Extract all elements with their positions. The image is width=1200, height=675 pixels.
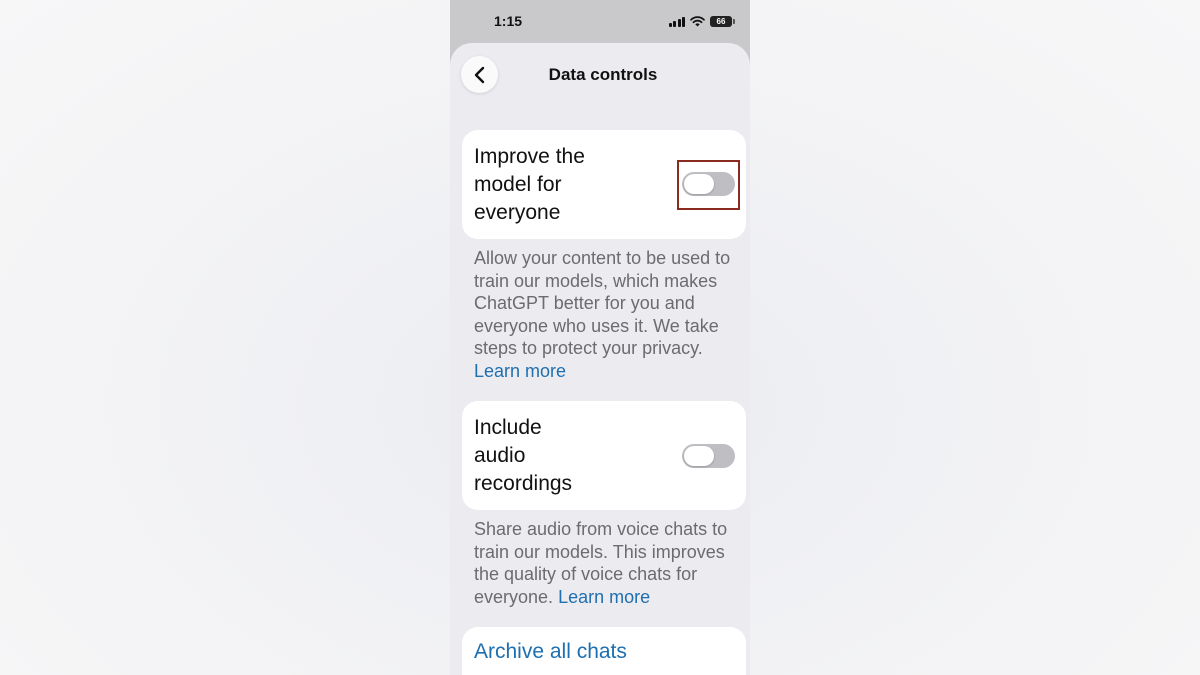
audio-recordings-toggle[interactable] [682, 444, 735, 468]
archive-all-chats-label: Archive all chats [474, 640, 627, 663]
page-title: Data controls [548, 65, 658, 84]
audio-recordings-card: Include audio recordings [462, 401, 746, 510]
improve-model-description: Allow your content to be used to train o… [474, 248, 731, 381]
audio-recordings-description: Share audio from voice chats to train ou… [474, 519, 728, 607]
learn-more-link[interactable]: Learn more [558, 587, 650, 607]
battery-icon: 66 [710, 15, 735, 27]
phone-screen: 1:15 66 Data controls Improve the model … [450, 0, 750, 675]
status-time: 1:15 [494, 13, 523, 29]
audio-recordings-title: Include audio recordings [474, 416, 573, 495]
wifi-icon [690, 15, 705, 26]
highlight-box [677, 160, 740, 210]
status-bar: 1:15 66 [450, 0, 750, 44]
archive-all-chats-button[interactable]: Archive all chats [462, 627, 746, 675]
cellular-signal-icon [668, 16, 685, 27]
toggle-knob [684, 446, 714, 466]
status-icons: 66 [668, 14, 735, 28]
improve-model-title: Improve the model for everyone [474, 145, 585, 224]
learn-more-link[interactable]: Learn more [474, 361, 566, 381]
